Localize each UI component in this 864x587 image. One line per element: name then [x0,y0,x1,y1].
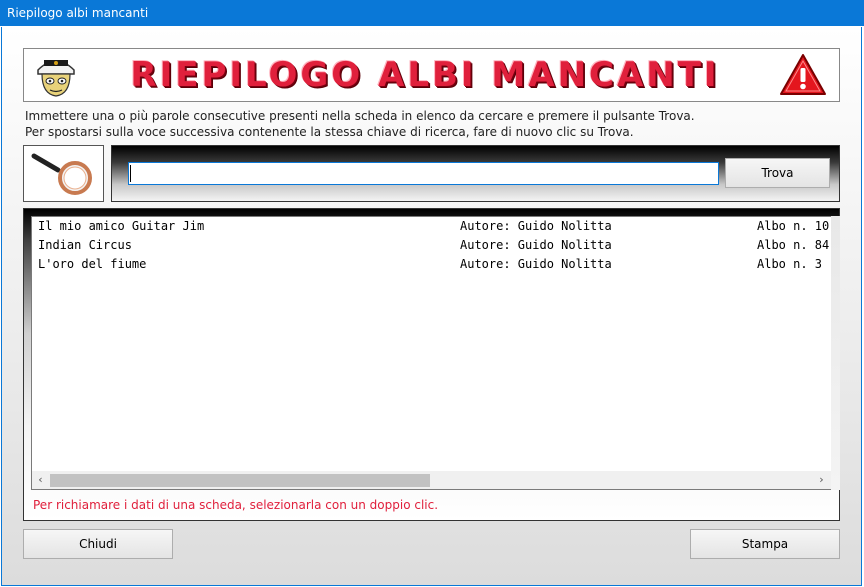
text-caret [130,165,131,182]
close-button[interactable]: Chiudi [23,529,173,559]
list-item-issue: Albo n. 3 [757,257,823,271]
scrollbar-thumb[interactable] [50,474,430,487]
scroll-right-icon[interactable]: › [813,471,830,489]
list-item-author: Autore: Guido Nolitta [460,257,612,271]
listbox-clip [831,216,840,490]
list-item-author: Autore: Guido Nolitta [460,219,612,233]
comic-character-logo [37,60,75,97]
double-click-hint: Per richiamare i dati di una scheda, sel… [33,498,439,512]
print-button[interactable]: Stampa [690,529,840,559]
title-bar[interactable]: Riepilogo albi mancanti [0,0,864,26]
list-item-title: Indian Circus [38,238,132,252]
warning-icon [780,54,826,95]
list-item-issue: Albo n. 10 [757,219,830,233]
find-button[interactable]: Trova [725,158,830,188]
list-item-title: L'oro del fiume [38,257,147,271]
magnifying-glass-icon [31,153,92,195]
list-item-author: Autore: Guido Nolitta [460,238,612,252]
search-input[interactable] [128,162,719,185]
list-item-issue: Albo n. 84 [757,238,830,252]
instruction-line-1: Immettere una o più parole consecutive p… [25,109,695,123]
magnifier-box [23,145,104,202]
window-title: Riepilogo albi mancanti [7,6,149,20]
banner-title: RIEPILOGO ALBI MANCANTI [130,55,720,95]
scroll-left-icon[interactable]: ‹ [32,471,49,489]
instruction-line-2: Per spostarsi sulla voce successiva cont… [25,125,634,139]
list-item-title: Il mio amico Guitar Jim [38,219,205,233]
results-listbox[interactable] [31,216,832,490]
